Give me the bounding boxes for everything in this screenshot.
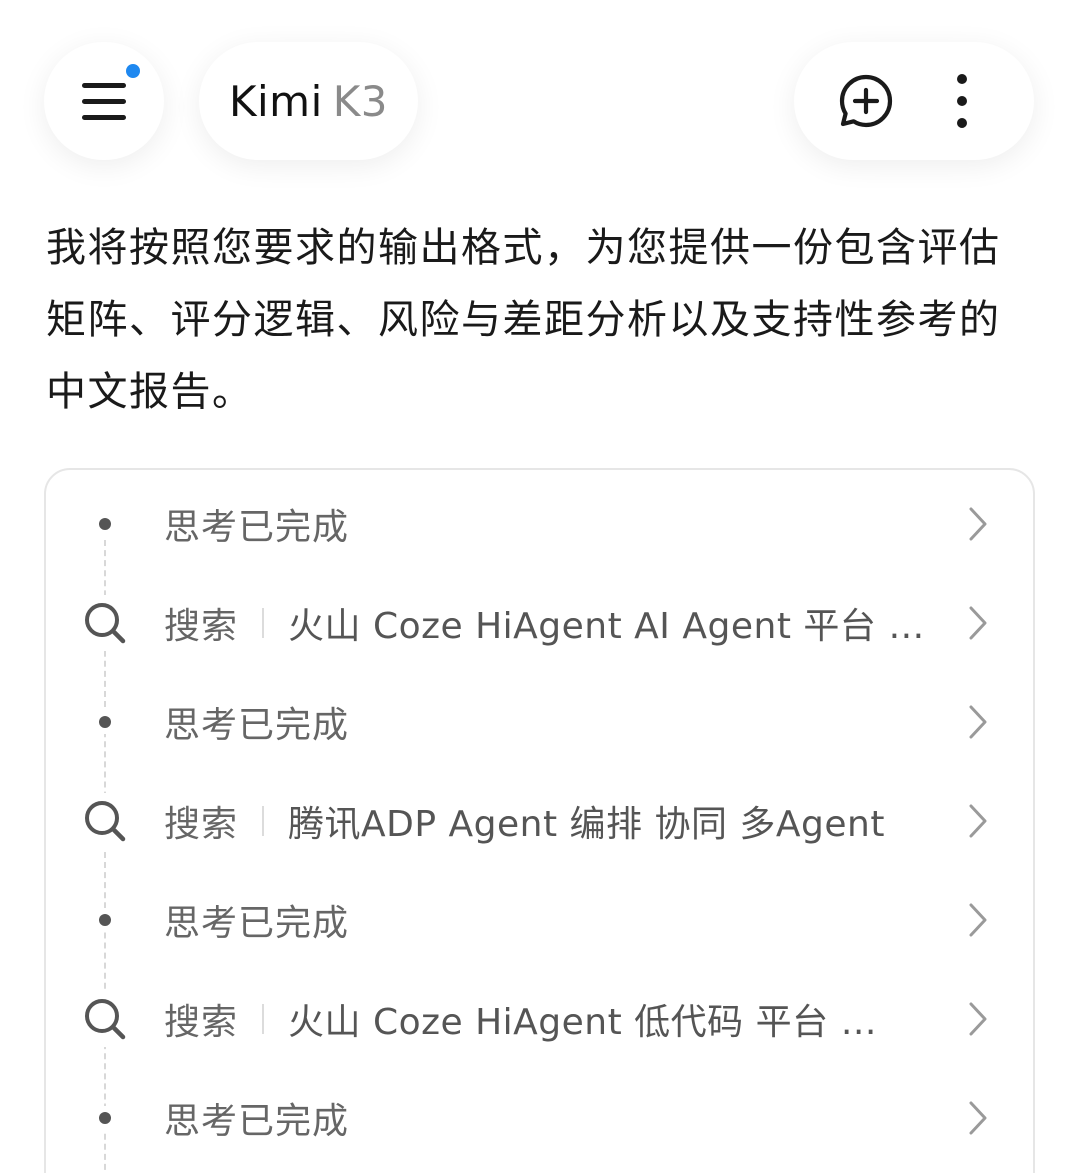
chevron-right-icon [969, 804, 987, 838]
bullet-dot-icon [99, 715, 111, 728]
chevron-right-icon [969, 606, 987, 640]
new-chat-button[interactable] [826, 61, 906, 141]
chevron-right-icon [969, 507, 987, 541]
step-thinking[interactable]: 思考已完成 [46, 870, 1035, 969]
divider [262, 607, 265, 638]
search-query: 火山 Coze HiAgent 低代码 平台 介绍 [288, 1001, 909, 1043]
step-label: 思考已完成 [164, 506, 350, 548]
step-search[interactable]: 搜索 火山 Coze HiAgent AI Agent 平台 介绍 [46, 573, 1035, 672]
search-icon [85, 800, 126, 841]
chat-screen: Kimi K3 我将按照您要求的输出格式，为您提供一份包含评估矩阵、评分逻辑、风险… [0, 0, 1080, 1173]
assistant-intro-text: 我将按照您要求的输出格式，为您提供一份包含评估矩阵、评分逻辑、风险与差距分析以及… [46, 225, 1001, 415]
divider [262, 1003, 265, 1034]
step-thinking[interactable]: 思考已完成 [46, 672, 1035, 771]
divider [262, 805, 265, 836]
chevron-right-icon [969, 705, 987, 739]
step-label: 思考已完成 [164, 704, 350, 746]
step-search[interactable]: 搜索 腾讯ADP Agent 编排 协同 多Agent [46, 771, 1035, 870]
search-icon [85, 602, 126, 643]
step-search[interactable]: 搜索 火山 Coze HiAgent 低代码 平台 介绍 [46, 969, 1035, 1068]
model-selector[interactable]: Kimi K3 [199, 42, 418, 160]
model-name: K3 [332, 76, 389, 126]
step-label: 搜索 [164, 803, 239, 845]
app-name: Kimi [228, 76, 323, 126]
hamburger-menu-icon [82, 83, 126, 120]
step-label: 搜索 [164, 605, 239, 647]
more-vertical-icon [957, 74, 967, 128]
chevron-right-icon [969, 903, 987, 937]
bullet-dot-icon [99, 913, 111, 926]
menu-button[interactable] [44, 42, 164, 160]
bullet-dot-icon [99, 517, 111, 530]
notification-dot [124, 62, 142, 80]
chat-plus-icon [839, 74, 893, 128]
step-thinking[interactable]: 思考已完成 [46, 1068, 1035, 1167]
search-icon [85, 998, 126, 1039]
step-label: 搜索 [164, 1001, 239, 1043]
step-thinking[interactable]: 思考已完成 [46, 474, 1035, 573]
chevron-right-icon [969, 1002, 987, 1036]
search-query: 腾讯ADP Agent 编排 协同 多Agent [288, 803, 885, 845]
chevron-right-icon [969, 1101, 987, 1135]
step-label: 思考已完成 [164, 1100, 350, 1142]
search-query: 火山 Coze HiAgent AI Agent 平台 介绍 [288, 605, 949, 647]
more-button[interactable] [922, 61, 1002, 141]
bullet-dot-icon [99, 1111, 111, 1124]
step-label: 思考已完成 [164, 902, 350, 944]
header-actions [794, 42, 1034, 160]
